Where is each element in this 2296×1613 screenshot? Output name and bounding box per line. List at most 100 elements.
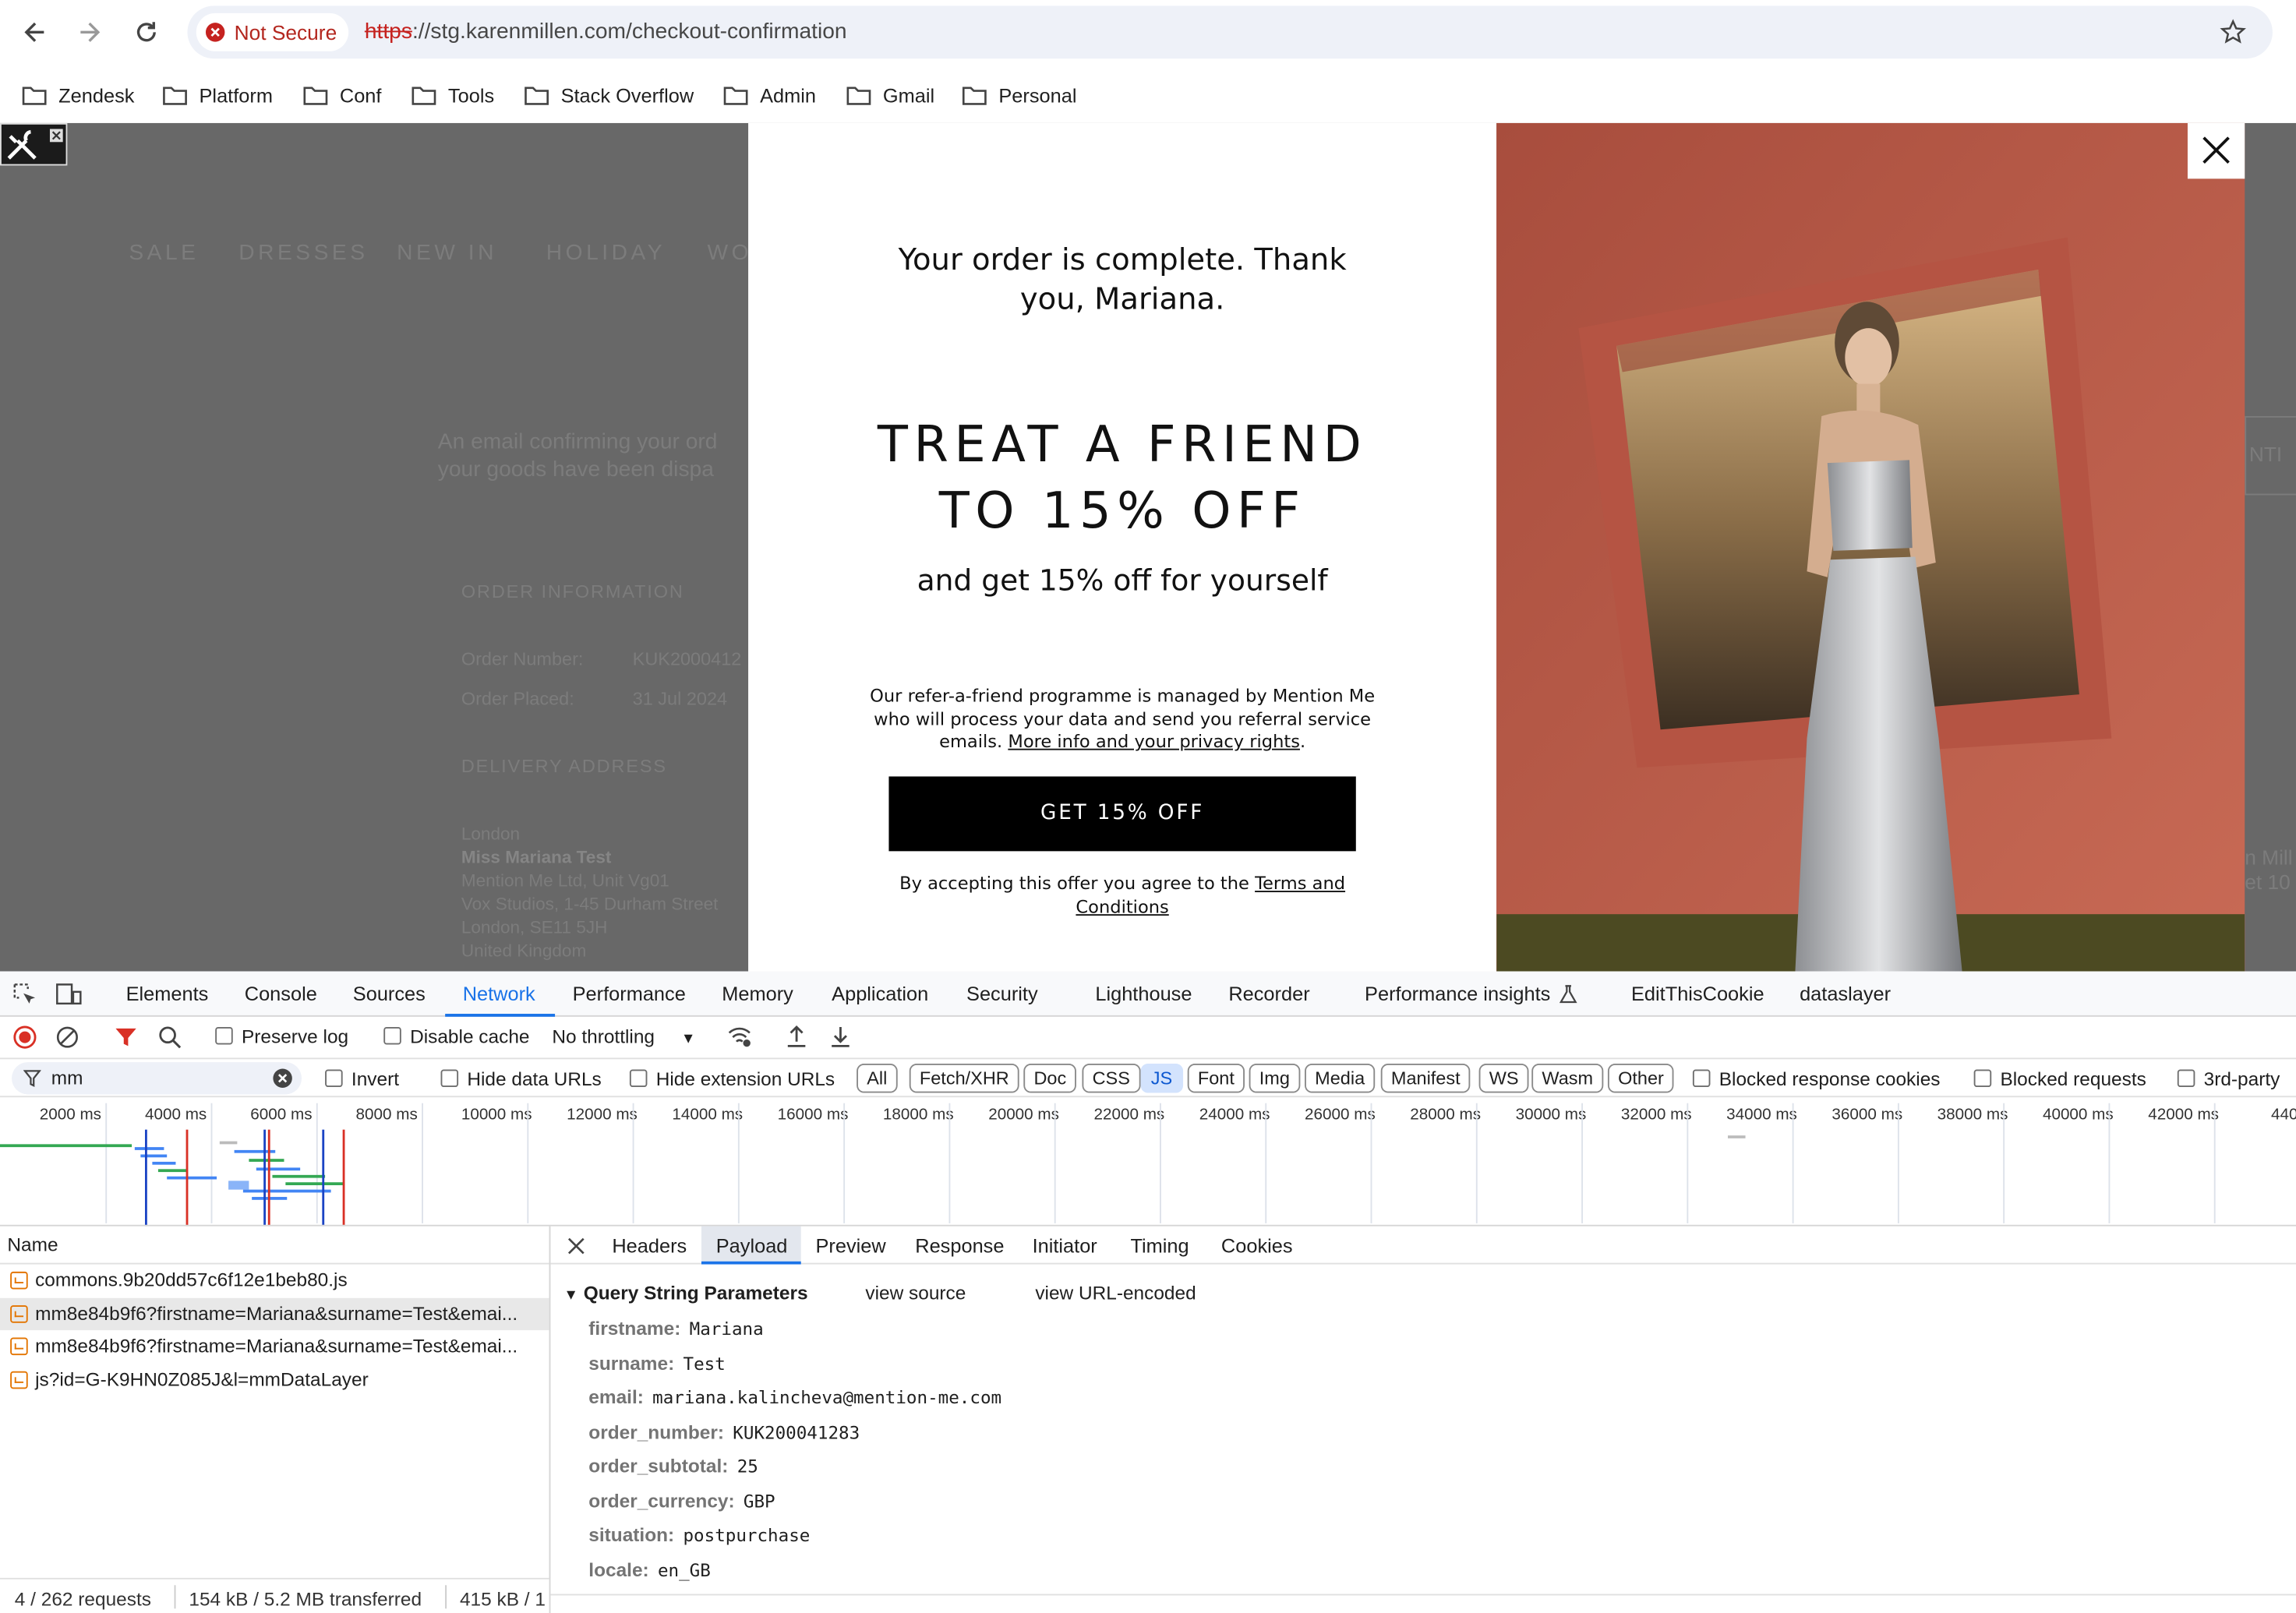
detail-tab-payload[interactable]: Payload [716, 1235, 788, 1257]
bookmark-folder-zendesk[interactable]: Zendesk [22, 80, 134, 110]
name-column-header[interactable]: Name [0, 1227, 549, 1265]
nav-item-3[interactable]: HOLIDAY [546, 240, 666, 265]
search-icon[interactable] [158, 1025, 182, 1049]
close-small-icon[interactable] [49, 129, 63, 143]
blocked-requests-checkbox[interactable]: Blocked requests [1973, 1068, 2146, 1090]
third-party-checkbox[interactable]: 3rd-party [2177, 1068, 2280, 1090]
request-row[interactable]: commons.9b20dd57c6f12e1beb80.js [0, 1265, 549, 1297]
address-bar[interactable]: Not Secure https://stg.karenmillen.com/c… [187, 5, 2273, 59]
nav-item-0[interactable]: SALE [129, 240, 199, 265]
tab-network[interactable]: Network [463, 983, 535, 1005]
filter-font[interactable]: Font [1187, 1063, 1245, 1093]
filter-img[interactable]: Img [1249, 1063, 1301, 1093]
clear-filter-icon[interactable] [272, 1068, 292, 1089]
detail-tab-headers[interactable]: Headers [612, 1235, 687, 1257]
filter-icon[interactable] [115, 1025, 138, 1049]
tab-memory[interactable]: Memory [722, 983, 793, 1005]
timeline-gridline [948, 1103, 951, 1223]
terms-link[interactable]: Terms and [1255, 874, 1345, 894]
filter-media[interactable]: Media [1305, 1063, 1376, 1093]
close-modal-button[interactable] [2187, 122, 2245, 179]
blocked-response-cookies-checkbox[interactable]: Blocked response cookies [1692, 1068, 1940, 1090]
filter-ws[interactable]: WS [1478, 1063, 1529, 1093]
nav-item-1[interactable]: DRESSES [238, 240, 368, 265]
side-text-2: et 10 [2245, 870, 2291, 894]
timeline-gridline [1054, 1103, 1056, 1223]
detail-tab-response[interactable]: Response [915, 1235, 1004, 1257]
get-offer-button[interactable]: GET 15% OFF [888, 776, 1356, 852]
tab-dataslayer[interactable]: dataslayer [1800, 983, 1891, 1005]
filter-fetch-xhr[interactable]: Fetch/XHR [909, 1063, 1019, 1093]
bookmark-folder-admin[interactable]: Admin [723, 80, 816, 110]
view-source-link[interactable]: view source [865, 1282, 966, 1304]
tab-performance[interactable]: Performance [573, 983, 686, 1005]
folder-icon [22, 85, 47, 105]
tab-security[interactable]: Security [966, 983, 1038, 1005]
filter-doc[interactable]: Doc [1023, 1063, 1077, 1093]
throttling-select[interactable]: No throttling ▼ [552, 1025, 695, 1047]
tab-application[interactable]: Application [832, 983, 928, 1005]
query-string-section[interactable]: ▼ Query String Parameters [563, 1282, 807, 1304]
tab-editthiscookie[interactable]: EditThisCookie [1631, 983, 1764, 1005]
conditions-link[interactable]: Conditions [1076, 896, 1168, 916]
continue-button-cut[interactable]: NTI [2245, 415, 2296, 496]
tab-label: Performance insights [1365, 983, 1551, 1005]
nav-item-4[interactable]: WO [707, 240, 752, 265]
bookmark-folder-tools[interactable]: Tools [412, 80, 494, 110]
request-row[interactable]: mm8e84b9f6?firstname=Mariana&surname=Tes… [0, 1330, 549, 1362]
network-conditions-icon[interactable] [726, 1024, 753, 1049]
url-text[interactable]: https://stg.karenmillen.com/checkout-con… [365, 19, 847, 44]
privacy-link[interactable]: More info and your privacy rights [1008, 731, 1300, 751]
status-bar: 4 / 262 requests 154 kB / 5.2 MB transfe… [0, 1577, 549, 1613]
blocked-requests-label: Blocked requests [2000, 1068, 2146, 1090]
security-chip[interactable]: Not Secure [196, 12, 349, 51]
disable-cache-checkbox[interactable]: Disable cache [383, 1025, 529, 1047]
reload-button[interactable] [126, 12, 168, 53]
tab-lighthouse[interactable]: Lighthouse [1095, 983, 1192, 1005]
detail-tab-cookies[interactable]: Cookies [1221, 1235, 1293, 1257]
filter-js[interactable]: JS [1140, 1063, 1183, 1093]
param-key: order_number: [588, 1420, 725, 1442]
forward-button[interactable] [69, 12, 110, 53]
filter-css[interactable]: CSS [1082, 1063, 1141, 1093]
filter-wasm[interactable]: Wasm [1531, 1063, 1604, 1093]
bookmark-folder-platform[interactable]: Platform [163, 80, 273, 110]
bookmark-folder-conf[interactable]: Conf [303, 80, 381, 110]
record-stop-icon[interactable] [13, 1025, 37, 1049]
tab-recorder[interactable]: Recorder [1228, 983, 1309, 1005]
detail-tab-timing[interactable]: Timing [1130, 1235, 1189, 1257]
param-key: surname: [588, 1351, 675, 1374]
clear-icon[interactable] [55, 1025, 79, 1049]
hide-extension-urls-checkbox[interactable]: Hide extension URLs [629, 1068, 835, 1090]
upload-icon[interactable] [785, 1024, 808, 1049]
request-row[interactable]: mm8e84b9f6?firstname=Mariana&surname=Tes… [0, 1297, 549, 1330]
detail-tab-initiator[interactable]: Initiator [1033, 1235, 1097, 1257]
filter-manifest[interactable]: Manifest [1380, 1063, 1471, 1093]
view-url-encoded-link[interactable]: view URL-encoded [1035, 1282, 1196, 1304]
detail-tab-preview[interactable]: Preview [816, 1235, 886, 1257]
screen: Not Secure https://stg.karenmillen.com/c… [0, 0, 2296, 1613]
bookmark-folder-personal[interactable]: Personal [962, 80, 1076, 110]
tab-sources[interactable]: Sources [353, 983, 426, 1005]
filter-all[interactable]: All [857, 1063, 898, 1093]
bookmark-folder-gmail[interactable]: Gmail [846, 80, 934, 110]
request-row[interactable]: js?id=G-K9HN0Z085J&l=mmDataLayer [0, 1363, 549, 1395]
tab-console[interactable]: Console [245, 983, 317, 1005]
bookmark-star-icon[interactable] [2220, 19, 2246, 45]
tab-performance-insights[interactable]: Performance insights [1365, 983, 1577, 1008]
device-toolbar-icon[interactable] [55, 983, 82, 1007]
inspect-element-icon[interactable] [13, 983, 37, 1007]
tab-elements[interactable]: Elements [126, 983, 209, 1005]
nav-item-2[interactable]: NEW IN [397, 240, 497, 265]
bookmark-folder-stack-overflow[interactable]: Stack Overflow [525, 80, 694, 110]
filter-other[interactable]: Other [1607, 1063, 1674, 1093]
invert-checkbox[interactable]: Invert [325, 1068, 399, 1090]
pane-divider[interactable] [549, 1226, 551, 1613]
download-icon[interactable] [828, 1024, 852, 1049]
back-button[interactable] [15, 12, 56, 53]
close-detail-icon[interactable] [567, 1237, 585, 1255]
hide-data-urls-checkbox[interactable]: Hide data URLs [440, 1068, 602, 1090]
preserve-log-checkbox[interactable]: Preserve log [215, 1025, 348, 1047]
devtools-extension-badge[interactable] [0, 122, 68, 166]
filter-input[interactable]: mm [12, 1062, 302, 1095]
